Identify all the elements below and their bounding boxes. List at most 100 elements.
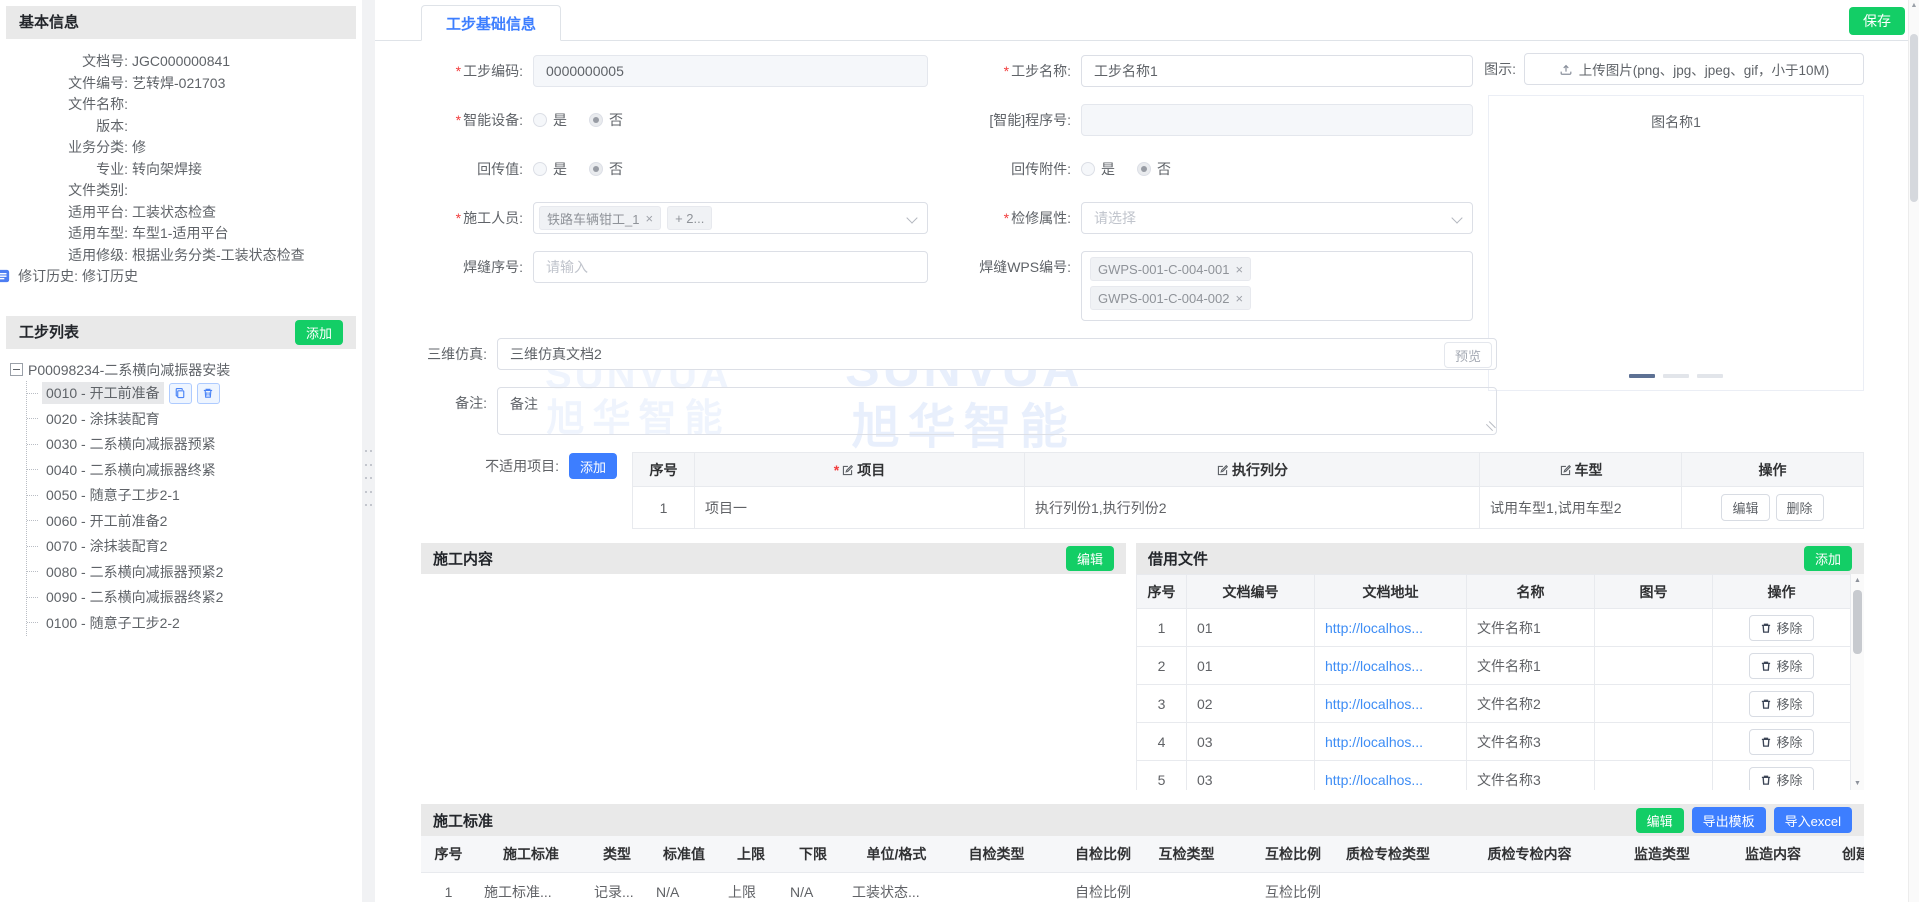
image-label: 图示:	[1476, 59, 1524, 79]
scrollbar-up-arrow[interactable]: ▲	[1851, 577, 1864, 584]
doc-url-link[interactable]: http://localhos...	[1325, 772, 1423, 788]
scrollbar-up-arrow[interactable]: ▲	[1909, 2, 1919, 9]
repair-attr-select[interactable]: 请选择	[1081, 202, 1473, 234]
panel-resize-divider[interactable]	[362, 0, 375, 902]
carousel-indicator[interactable]	[1697, 374, 1723, 378]
tree-item-label: 0070 - 涂抹装配育2	[42, 535, 171, 557]
doc-url-link[interactable]: http://localhos...	[1325, 696, 1423, 712]
delete-row-button[interactable]: 删除	[1776, 494, 1824, 521]
radio-no-selected[interactable]	[1137, 162, 1151, 176]
field-label: 修订历史:	[12, 266, 78, 288]
tab-label: 工步基础信息	[446, 13, 536, 34]
tree-item-0030[interactable]: 0030 - 二系横向减振器预紧	[27, 432, 362, 458]
tree-item-0040[interactable]: 0040 - 二系横向减振器终紧	[27, 457, 362, 483]
borrowed-files-section: 借用文件 添加 序号 文档编号 文档地址 名称 图号	[1136, 543, 1864, 790]
wps-tag: GWPS-001-C-004-002×	[1090, 286, 1251, 310]
copy-step-button[interactable]	[169, 383, 192, 404]
tree-item-label: 0010 - 开工前准备	[42, 382, 164, 404]
revision-history-link[interactable]: 修订历史	[78, 266, 352, 288]
info-row: 适用平台:工装状态检查	[10, 202, 352, 224]
tree-item-0070[interactable]: 0070 - 涂抹装配育2	[27, 534, 362, 560]
radio-label-no: 否	[1157, 159, 1171, 179]
remove-file-button[interactable]: 移除	[1749, 691, 1813, 717]
radio-no-selected[interactable]	[589, 162, 603, 176]
add-step-button[interactable]: 添加	[295, 320, 343, 345]
edit-standards-button[interactable]: 编辑	[1636, 808, 1684, 833]
radio-no-selected[interactable]	[589, 113, 603, 127]
construction-content-section: 施工内容 编辑	[421, 543, 1126, 790]
image-carousel: 图名称1	[1488, 95, 1864, 391]
doc-url-link[interactable]: http://localhos...	[1325, 620, 1423, 636]
col-header: 质检专检类型	[1329, 836, 1447, 872]
smart-program-input[interactable]	[1081, 104, 1473, 136]
tree-item-0100[interactable]: 0100 - 随意子工步2-2	[27, 610, 362, 636]
tree-item-0050[interactable]: 0050 - 随意子工步2-1	[27, 483, 362, 509]
not-applicable-table: 序号 *项目 执行列分 车型 操作 1 项目一 执行列份1,执行	[632, 452, 1864, 529]
scrollbar-down-arrow[interactable]: ▼	[1851, 780, 1864, 787]
edit-construction-content-button[interactable]: 编辑	[1066, 546, 1114, 571]
cell-name: 文件名称1	[1467, 647, 1595, 685]
table-scrollbar[interactable]: ▲ ▼	[1851, 574, 1864, 790]
tree-item-0080[interactable]: 0080 - 二系横向减振器预紧2	[27, 559, 362, 585]
remove-file-button[interactable]: 移除	[1749, 653, 1813, 679]
tree-item-0060[interactable]: 0060 - 开工前准备2	[27, 508, 362, 534]
upload-image-button[interactable]: 上传图片(png、jpg、jpeg、gif，小于10M)	[1524, 53, 1864, 85]
tree-item-0010[interactable]: 0010 - 开工前准备	[27, 381, 362, 407]
col-header-doc-no: 文档编号	[1187, 575, 1315, 609]
scrollbar-thumb[interactable]	[1853, 590, 1862, 654]
field-label: 文档号:	[10, 51, 128, 73]
edit-icon	[841, 464, 854, 477]
export-template-button[interactable]: 导出模板	[1692, 807, 1766, 833]
radio-yes[interactable]	[533, 113, 547, 127]
page-scrollbar[interactable]: ▲	[1908, 0, 1919, 902]
tag-close-icon[interactable]: ×	[1236, 291, 1244, 306]
workers-multiselect[interactable]: 铁路车辆钳工_1× + 2...	[533, 202, 928, 234]
cell-name: 文件名称3	[1467, 723, 1595, 761]
doc-url-link[interactable]: http://localhos...	[1325, 734, 1423, 750]
remove-file-button[interactable]: 移除	[1749, 729, 1813, 755]
delete-step-button[interactable]	[197, 383, 220, 404]
import-excel-button[interactable]: 导入excel	[1774, 807, 1852, 833]
radio-yes[interactable]	[533, 162, 547, 176]
carousel-indicator-active[interactable]	[1629, 374, 1655, 378]
remove-file-button[interactable]: 移除	[1749, 767, 1813, 791]
weld-seq-input[interactable]: 请输入	[533, 251, 928, 283]
tag-close-icon[interactable]: ×	[645, 211, 653, 226]
remark-textarea[interactable]: 备注	[497, 387, 1497, 435]
info-row: 文件类别:	[10, 180, 352, 202]
edit-row-button[interactable]: 编辑	[1721, 494, 1769, 521]
info-row-revision-history: 修订历史: 修订历史	[0, 266, 352, 288]
add-not-applicable-button[interactable]: 添加	[569, 453, 617, 479]
tab-step-basic-info[interactable]: 工步基础信息	[421, 5, 561, 41]
scrollbar-thumb[interactable]	[1910, 34, 1918, 202]
tree-item-0020[interactable]: 0020 - 涂抹装配育	[27, 406, 362, 432]
col-header: 创建	[1834, 836, 1864, 872]
carousel-indicator[interactable]	[1663, 374, 1689, 378]
resize-handle[interactable]	[1483, 421, 1496, 434]
radio-yes[interactable]	[1081, 162, 1095, 176]
info-row: 文件编号:艺转焊-021703	[10, 73, 352, 95]
cell: 记录...	[586, 872, 648, 902]
cell-doc-no: 02	[1187, 685, 1315, 723]
doc-url-link[interactable]: http://localhos...	[1325, 658, 1423, 674]
worker-more-tag[interactable]: + 2...	[667, 206, 712, 230]
table-row: 1 项目一 执行列份1,执行列份2 试用车型1,试用车型2 编辑删除	[633, 487, 1864, 529]
tree-root-node[interactable]: P00098234-二系横向减振器安装	[10, 359, 362, 381]
cell-doc-no: 03	[1187, 723, 1315, 761]
cell	[1612, 872, 1712, 902]
preview-button[interactable]: 预览	[1444, 342, 1492, 368]
borrowed-files-table-wrap: 序号 文档编号 文档地址 名称 图号 操作 1 01	[1136, 574, 1864, 790]
save-button[interactable]: 保存	[1849, 7, 1905, 35]
field-value	[128, 116, 352, 138]
required-mark: *	[456, 63, 461, 79]
step-code-input[interactable]: 0000000005	[533, 55, 928, 87]
simulation-input[interactable]: 三维仿真文档2 预览	[497, 338, 1497, 370]
collapse-icon[interactable]	[10, 363, 23, 376]
remove-file-button[interactable]: 移除	[1749, 615, 1813, 641]
tag-close-icon[interactable]: ×	[1236, 262, 1244, 277]
step-name-input[interactable]: 工步名称1	[1081, 55, 1473, 87]
tree-item-0090[interactable]: 0090 - 二系横向减振器终紧2	[27, 585, 362, 611]
weld-wps-multiselect[interactable]: GWPS-001-C-004-001× GWPS-001-C-004-002×	[1081, 251, 1473, 321]
field-value: 车型1-适用平台	[128, 223, 352, 245]
add-borrowed-file-button[interactable]: 添加	[1804, 546, 1852, 571]
